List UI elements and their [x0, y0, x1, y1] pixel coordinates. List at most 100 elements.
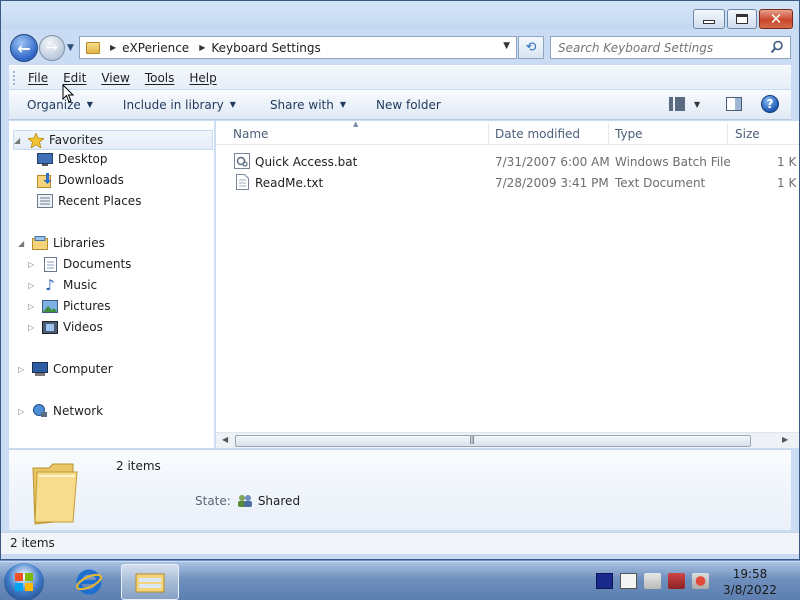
- command-bar: Organize ▼ Include in library ▼ Share with…: [9, 90, 791, 120]
- maximize-button[interactable]: [727, 9, 757, 29]
- state-label: State:: [195, 494, 231, 508]
- back-button[interactable]: ←: [10, 34, 38, 62]
- include-in-library-button[interactable]: Include in library ▼: [123, 98, 236, 112]
- nav-favorites[interactable]: ◢ Favorites: [13, 130, 213, 150]
- close-button[interactable]: ✕: [759, 9, 793, 29]
- start-button[interactable]: [4, 563, 44, 600]
- address-bar[interactable]: ▶ eXPerience ▶ Keyboard Settings ▼: [79, 36, 517, 59]
- search-input[interactable]: [558, 40, 768, 55]
- nav-pictures[interactable]: ▷ Pictures: [28, 299, 111, 313]
- collapsed-icon[interactable]: ▷: [18, 365, 28, 374]
- magnifier-icon[interactable]: [770, 40, 784, 54]
- title-bar: ✕: [1, 1, 799, 29]
- menu-edit[interactable]: Edit: [63, 71, 86, 85]
- collapsed-icon[interactable]: ▷: [18, 407, 28, 416]
- clock-time: 19:58: [732, 567, 768, 581]
- column-name[interactable]: Name: [233, 121, 268, 145]
- file-row[interactable]: Quick Access.bat 7/31/2007 6:00 AM Windo…: [216, 152, 799, 173]
- share-with-button[interactable]: Share with ▼: [270, 98, 346, 112]
- collapsed-icon[interactable]: ▷: [28, 260, 38, 269]
- windows-logo-icon: [15, 573, 33, 591]
- file-name[interactable]: ReadMe.txt: [255, 176, 323, 190]
- column-type[interactable]: Type: [615, 121, 643, 145]
- preview-pane-icon[interactable]: [726, 97, 742, 111]
- menu-help[interactable]: Help: [189, 71, 216, 85]
- file-type: Text Document: [615, 176, 706, 190]
- menu-view[interactable]: View: [101, 71, 129, 85]
- libraries-icon: [32, 236, 48, 250]
- star-icon: [28, 132, 44, 148]
- downloads-icon: [37, 172, 53, 188]
- breadcrumb-experience[interactable]: eXPerience: [122, 41, 189, 55]
- organize-button[interactable]: Organize ▼: [27, 98, 93, 112]
- help-icon[interactable]: ?: [761, 95, 779, 113]
- nav-label: Videos: [63, 320, 103, 334]
- nav-libraries[interactable]: ◢ Libraries: [18, 236, 105, 250]
- action-center-icon[interactable]: [644, 573, 661, 589]
- column-date-modified[interactable]: Date modified: [495, 121, 580, 145]
- scroll-right-icon[interactable]: ▶: [782, 435, 788, 444]
- status-text: 2 items: [10, 536, 55, 550]
- nav-videos[interactable]: ▷ Videos: [28, 320, 103, 334]
- menu-file[interactable]: File: [28, 71, 48, 85]
- menu-grip: [12, 69, 16, 86]
- breadcrumb-separator-icon[interactable]: ▶: [199, 43, 205, 52]
- file-date: 7/28/2009 3:41 PM: [495, 176, 609, 190]
- file-row[interactable]: ReadMe.txt 7/28/2009 3:41 PM Text Docume…: [216, 173, 799, 194]
- new-folder-button[interactable]: New folder: [376, 98, 441, 112]
- column-divider[interactable]: [727, 123, 728, 143]
- nav-computer[interactable]: ▷ Computer: [18, 362, 113, 376]
- clock[interactable]: 19:58 3/8/2022: [710, 566, 790, 598]
- nav-documents[interactable]: ▷ Documents: [28, 256, 131, 272]
- internet-explorer-icon: [76, 569, 102, 595]
- taskbar: 19:58 3/8/2022: [0, 561, 800, 600]
- nav-music[interactable]: ▷ ♪ Music: [28, 276, 97, 294]
- clock-date: 3/8/2022: [723, 583, 777, 597]
- network-status-icon[interactable]: [668, 573, 685, 589]
- nav-label: Pictures: [63, 299, 111, 313]
- taskbar-internet-explorer[interactable]: [60, 564, 118, 600]
- nav-label: Desktop: [58, 152, 108, 166]
- file-name[interactable]: Quick Access.bat: [255, 155, 357, 169]
- nav-desktop[interactable]: Desktop: [33, 152, 108, 166]
- file-type: Windows Batch File: [615, 155, 731, 169]
- refresh-icon: ⟲: [525, 40, 537, 55]
- videos-icon: [42, 320, 58, 334]
- taskbar-windows-explorer[interactable]: [121, 564, 179, 600]
- refresh-button[interactable]: ⟲: [518, 36, 544, 59]
- breadcrumb-keyboard-settings[interactable]: Keyboard Settings: [211, 41, 320, 55]
- mouse-cursor-icon: [62, 84, 74, 103]
- forward-button[interactable]: →: [39, 35, 65, 61]
- nav-recent-places[interactable]: Recent Places: [33, 194, 141, 208]
- expand-icon[interactable]: ◢: [18, 239, 28, 248]
- keyboard-layout-icon[interactable]: [596, 573, 613, 589]
- navigation-pane: ◢ Favorites Desktop Downloads Recent Pla…: [9, 121, 215, 448]
- folder-icon: [86, 41, 100, 54]
- view-list-icon: [669, 97, 685, 111]
- column-divider[interactable]: [488, 123, 489, 143]
- volume-muted-icon[interactable]: [692, 573, 709, 589]
- include-label: Include in library: [122, 97, 224, 112]
- address-dropdown-icon[interactable]: ▼: [503, 41, 510, 51]
- collapsed-icon[interactable]: ▷: [28, 281, 38, 290]
- navigation-bar: ← → ▼ ▶ eXPerience ▶ Keyboard Settings ▼…: [1, 31, 799, 63]
- change-view-button[interactable]: ▼: [669, 97, 700, 111]
- nav-label: Recent Places: [58, 194, 142, 208]
- column-size[interactable]: Size: [735, 121, 760, 145]
- nav-network[interactable]: ▷ Network: [18, 404, 103, 418]
- document-tray-icon[interactable]: [620, 573, 637, 589]
- minimize-button[interactable]: [693, 9, 725, 29]
- scroll-thumb[interactable]: [235, 435, 751, 447]
- scroll-left-icon[interactable]: ◀: [222, 435, 228, 444]
- column-divider[interactable]: [608, 123, 609, 143]
- collapsed-icon[interactable]: ▷: [28, 302, 38, 311]
- nav-downloads[interactable]: Downloads: [33, 172, 124, 188]
- breadcrumb-separator-icon[interactable]: ▶: [110, 43, 116, 52]
- expand-icon[interactable]: ◢: [14, 136, 24, 145]
- share-label: Share with: [269, 97, 334, 112]
- recent-pages-dropdown-icon[interactable]: ▼: [67, 43, 74, 53]
- collapsed-icon[interactable]: ▷: [28, 323, 38, 332]
- menu-tools[interactable]: Tools: [145, 71, 175, 85]
- desktop-icon: [37, 152, 53, 166]
- horizontal-scrollbar[interactable]: ◀ ||| ▶: [216, 432, 799, 448]
